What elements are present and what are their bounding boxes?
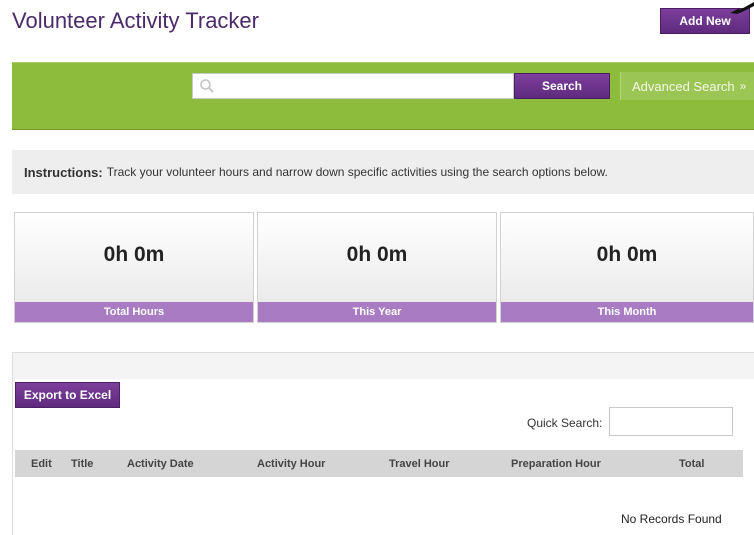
chevron-double-down-icon: » bbox=[739, 79, 747, 93]
column-header-travel-hour[interactable]: Travel Hour bbox=[389, 458, 450, 470]
instructions-label: Instructions: bbox=[24, 164, 103, 180]
grid-header-strip bbox=[13, 352, 754, 379]
column-header-title[interactable]: Title bbox=[71, 458, 93, 470]
stat-value: 0h 0m bbox=[346, 243, 408, 266]
instructions-bar: Instructions: Track your volunteer hours… bbox=[12, 150, 754, 194]
table-header: Edit Title Activity Date Activity Hour T… bbox=[15, 450, 743, 477]
advanced-search-toggle[interactable]: Advanced Search » bbox=[620, 72, 754, 100]
quick-search-input[interactable] bbox=[609, 407, 733, 436]
page-title: Volunteer Activity Tracker bbox=[12, 8, 259, 33]
column-header-preparation-hour[interactable]: Preparation Hour bbox=[511, 458, 601, 470]
stat-value: 0h 0m bbox=[596, 243, 658, 266]
search-field-wrapper[interactable] bbox=[192, 73, 514, 99]
instructions-text: Track your volunteer hours and narrow do… bbox=[106, 165, 608, 179]
stat-card-this-year: 0h 0m This Year bbox=[257, 212, 497, 323]
stat-label: Total Hours bbox=[15, 302, 253, 322]
quick-search-label: Quick Search: bbox=[527, 416, 603, 430]
search-input[interactable] bbox=[221, 77, 507, 95]
stat-label: This Month bbox=[501, 302, 753, 322]
column-header-edit[interactable]: Edit bbox=[31, 458, 52, 470]
stat-card-total-hours: 0h 0m Total Hours bbox=[14, 212, 254, 323]
column-header-activity-hour[interactable]: Activity Hour bbox=[257, 458, 325, 470]
column-header-activity-date[interactable]: Activity Date bbox=[127, 458, 194, 470]
stat-card-this-month: 0h 0m This Month bbox=[500, 212, 754, 323]
stat-label: This Year bbox=[258, 302, 496, 322]
arrow-icon bbox=[730, 2, 754, 14]
stat-value: 0h 0m bbox=[103, 243, 165, 266]
search-band: Search Advanced Search » bbox=[12, 62, 754, 130]
empty-message: No Records Found bbox=[621, 512, 722, 526]
advanced-search-label: Advanced Search bbox=[632, 78, 735, 94]
column-header-total[interactable]: Total bbox=[679, 458, 704, 470]
export-to-excel-button[interactable]: Export to Excel bbox=[15, 382, 120, 408]
search-icon bbox=[200, 79, 214, 93]
search-button[interactable]: Search bbox=[514, 73, 610, 99]
records-grid-panel: Export to Excel Quick Search: Edit Title… bbox=[12, 352, 754, 535]
